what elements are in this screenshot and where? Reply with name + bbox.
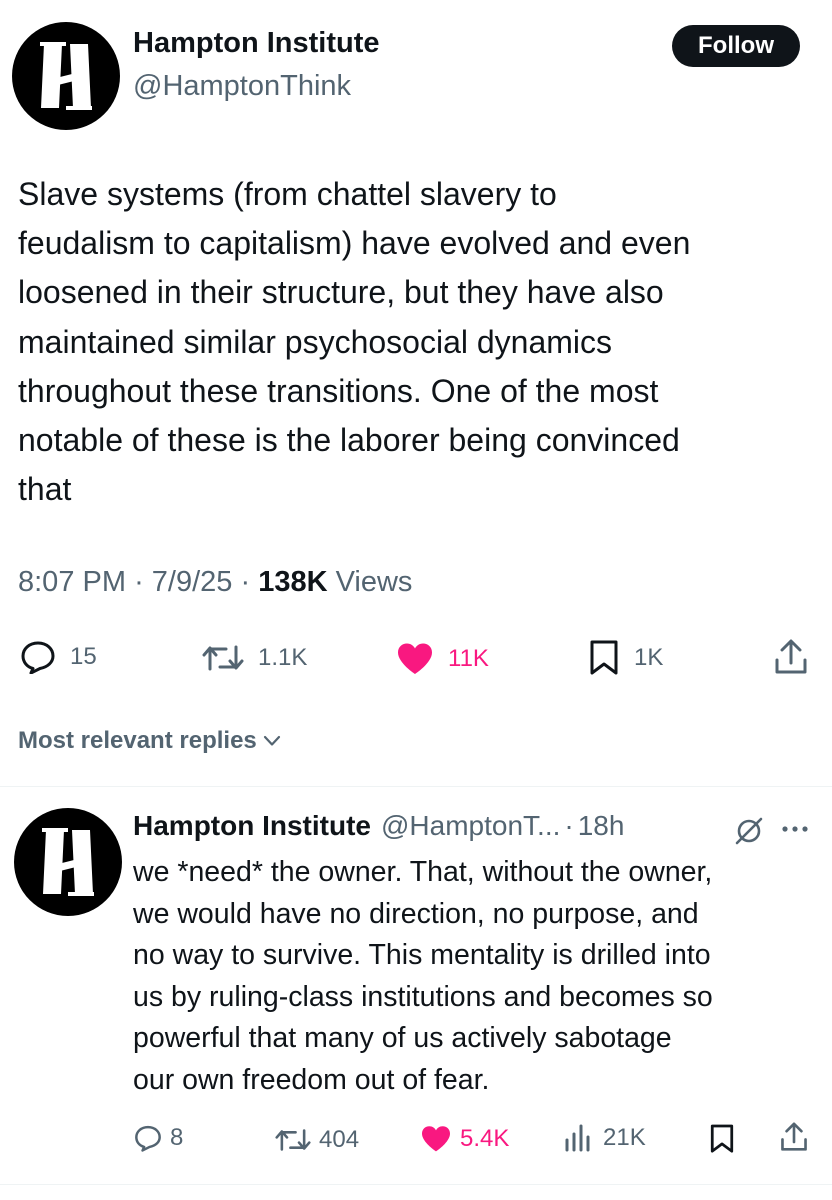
reply-count: 15 <box>70 643 97 670</box>
reply-views-button[interactable]: 21K <box>563 1124 646 1152</box>
views-count: 138K <box>258 566 328 598</box>
heart-icon <box>422 1126 450 1152</box>
views-icon <box>565 1124 590 1152</box>
logo-h-icon <box>40 42 92 110</box>
more-icon[interactable] <box>780 817 810 841</box>
reply-repost-button[interactable]: 404 <box>275 1126 359 1154</box>
logo-h-icon <box>42 828 94 896</box>
chevron-down-icon <box>263 735 280 746</box>
avatar[interactable] <box>12 22 120 130</box>
share-icon <box>781 1122 807 1151</box>
reply-icon <box>135 1125 161 1152</box>
grok-icon[interactable] <box>733 815 765 847</box>
author-handle[interactable]: @HamptonThink <box>133 70 351 103</box>
reply-time[interactable]: 18h <box>578 810 625 842</box>
reply-repost-count: 404 <box>319 1126 360 1153</box>
reply-text: we *need* the owner. That, without the o… <box>133 856 713 1096</box>
post-date[interactable]: 7/9/25 <box>152 566 233 598</box>
reply-icon <box>21 641 55 674</box>
reply-author-name[interactable]: Hampton Institute <box>133 810 371 842</box>
divider <box>0 1184 832 1185</box>
reply-avatar[interactable] <box>14 808 122 916</box>
repost-button[interactable]: 1.1K <box>202 643 307 673</box>
replies-sort-label: Most relevant replies <box>18 727 257 754</box>
divider <box>0 786 832 787</box>
separator: · <box>564 810 574 841</box>
reply-like-count: 5.4K <box>460 1125 510 1152</box>
like-button[interactable]: 11K <box>396 642 489 676</box>
reply-like-button[interactable]: 5.4K <box>420 1125 509 1153</box>
reply-bookmark-button[interactable] <box>709 1124 735 1154</box>
follow-button[interactable]: Follow <box>672 25 800 67</box>
replies-sort-dropdown[interactable]: Most relevant replies <box>18 727 281 755</box>
like-count: 11K <box>448 645 489 672</box>
bookmark-button[interactable]: 1K <box>588 640 663 676</box>
post-meta: 8:07 PM · 7/9/25 · 138K Views <box>18 566 413 598</box>
reply-views-count: 21K <box>603 1124 646 1151</box>
repost-icon <box>275 1129 311 1151</box>
reply-share-button[interactable] <box>780 1122 808 1152</box>
bookmark-count: 1K <box>634 644 664 671</box>
reply-reply-button[interactable]: 8 <box>134 1124 183 1152</box>
post-time[interactable]: 8:07 PM <box>18 566 126 598</box>
bookmark-icon <box>710 1124 734 1153</box>
bookmark-icon <box>590 640 618 675</box>
share-button[interactable] <box>774 639 808 675</box>
author-name[interactable]: Hampton Institute <box>133 27 380 60</box>
reply-author-handle[interactable]: @HamptonT... <box>381 810 560 842</box>
views-label: Views <box>335 566 413 598</box>
share-icon <box>775 639 807 674</box>
reply-button[interactable]: 15 <box>20 640 97 674</box>
heart-icon <box>398 643 432 674</box>
repost-icon <box>202 645 244 671</box>
repost-count: 1.1K <box>258 644 308 671</box>
reply-header: Hampton Institute @HamptonT... · 18h <box>133 810 624 842</box>
post-text: Slave systems (from chattel slavery to f… <box>18 176 691 508</box>
reply-reply-count: 8 <box>170 1124 184 1151</box>
